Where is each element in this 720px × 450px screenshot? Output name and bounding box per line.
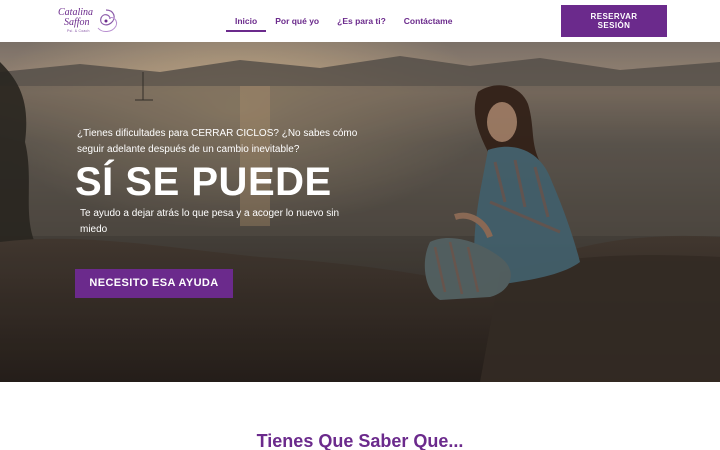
reservar-sesion-line2: SESIÓN xyxy=(597,21,631,30)
site-header: Catalina Saffon Psi. & Coach Inicio Por … xyxy=(0,0,720,42)
logo-tagline: Psi. & Coach xyxy=(67,29,90,33)
nav-item-por-que-yo[interactable]: Por qué yo xyxy=(266,10,328,32)
reservar-sesion-line1: RESERVAR xyxy=(590,12,638,21)
hero-subtitle: Te ayudo a dejar atrás lo que pesa y a a… xyxy=(80,208,340,235)
logo[interactable]: Catalina Saffon Psi. & Coach xyxy=(58,6,122,36)
logo-swirl-icon xyxy=(97,9,117,32)
nav-item-contactame[interactable]: Contáctame xyxy=(395,10,462,32)
reservar-sesion-button[interactable]: RESERVAR SESIÓN xyxy=(561,5,667,37)
hero-pretitle: ¿Tienes dificultades para CERRAR CICLOS?… xyxy=(77,128,358,155)
necesito-esa-ayuda-button[interactable]: NECESITO ESA AYUDA xyxy=(75,269,233,298)
main-nav: Inicio Por qué yo ¿Es para ti? Contáctam… xyxy=(226,10,461,32)
nav-item-es-para-ti[interactable]: ¿Es para ti? xyxy=(328,10,395,32)
nav-item-inicio[interactable]: Inicio xyxy=(226,10,267,32)
hero-section: ¿Tienes dificultades para CERRAR CICLOS?… xyxy=(0,42,720,382)
logo-name-line2: Saffon xyxy=(64,17,90,28)
hero-title: SÍ SE PUEDE xyxy=(75,160,332,204)
section-title: Tienes Que Saber Que... xyxy=(256,431,464,450)
